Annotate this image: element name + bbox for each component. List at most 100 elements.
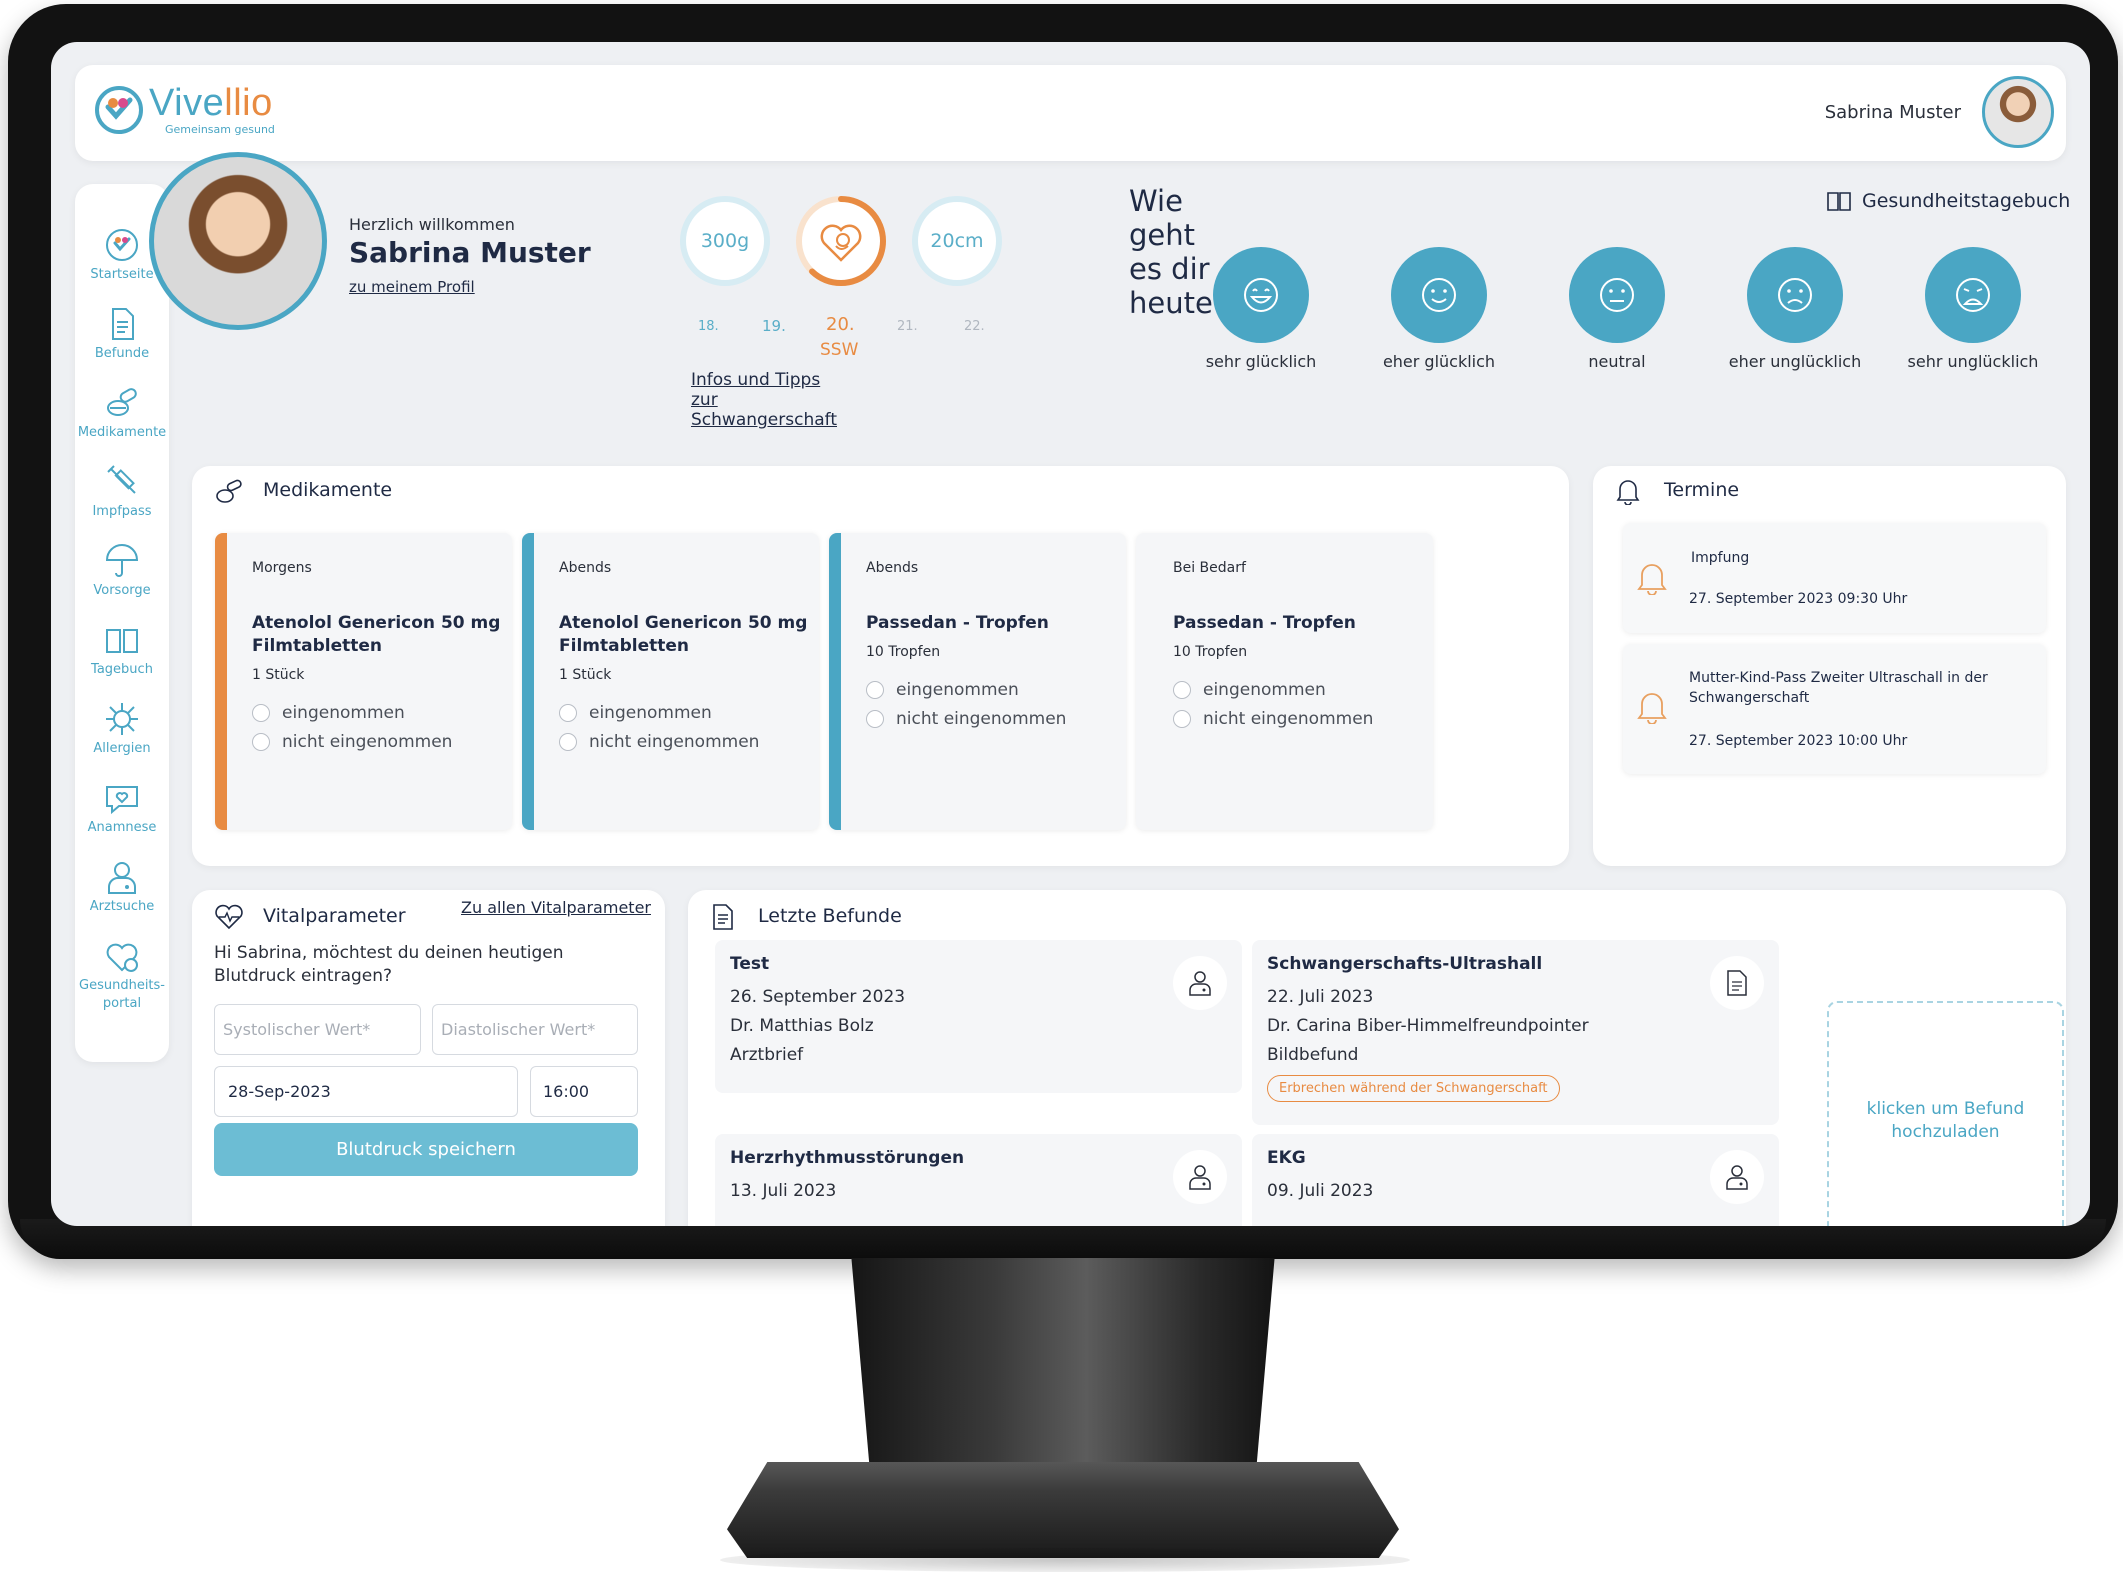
unhappy-face-icon <box>1778 278 1812 312</box>
pregnancy-info-link[interactable]: Infos und Tipps zur Schwangerschaft <box>691 370 837 430</box>
all-vitals-link[interactable]: Zu allen Vitalparameter <box>461 898 651 917</box>
week-22[interactable]: 22. <box>964 319 985 334</box>
medication-dose: 1 Stück <box>559 667 612 683</box>
medication-card[interactable]: Bei Bedarf Passedan - Tropfen 10 Tropfen… <box>1136 533 1433 830</box>
taken-radio[interactable]: eingenommen <box>1173 680 1326 700</box>
taken-radio[interactable]: eingenommen <box>252 703 405 723</box>
radio-circle[interactable] <box>559 704 577 722</box>
doctor-icon <box>1189 971 1211 996</box>
mood-unhappy[interactable]: eher unglücklich <box>1720 247 1870 371</box>
medication-dose: 10 Tropfen <box>1173 644 1248 660</box>
sidebar-item-impfpass[interactable]: Impfpass <box>75 463 169 521</box>
medication-card[interactable]: Abends Atenolol Genericon 50 mg Filmtabl… <box>522 533 819 830</box>
logo-wordmark: Vivellio <box>149 82 273 124</box>
finding-card[interactable]: Test 26. September 2023 Dr. Matthias Bol… <box>715 940 1242 1093</box>
finding-title: Herzrhythmusstörungen <box>730 1148 965 1168</box>
profile-avatar[interactable] <box>149 152 327 330</box>
not-taken-radio[interactable]: nicht eingenommen <box>1173 709 1373 729</box>
radio-circle[interactable] <box>1173 681 1191 699</box>
finding-card[interactable]: Schwangerschafts-Ultrashall 22. Juli 202… <box>1252 940 1779 1125</box>
mood-very-happy-button[interactable] <box>1213 247 1309 343</box>
medication-card[interactable]: Morgens Atenolol Genericon 50 mg Filmtab… <box>215 533 512 830</box>
mood-label: sehr unglücklich <box>1907 352 2039 371</box>
header-user-name[interactable]: Sabrina Muster <box>1825 102 1961 123</box>
finding-document-button[interactable] <box>1710 956 1764 1010</box>
medication-dose: 10 Tropfen <box>866 644 941 660</box>
finding-date: 26. September 2023 <box>730 987 906 1007</box>
monitor-stand-base <box>727 1462 1399 1558</box>
sidebar-item-medikamente[interactable]: Medikamente <box>75 384 169 442</box>
not-taken-radio[interactable]: nicht eingenommen <box>866 709 1066 729</box>
medication-time: Morgens <box>252 560 312 576</box>
sidebar-item-label: Tagebuch <box>91 662 153 677</box>
radio-circle[interactable] <box>252 733 270 751</box>
top-bar: Vivellio Gemeinsam gesund Sabrina Muster <box>75 65 2066 161</box>
appointments-title: Termine <box>1664 479 1740 501</box>
sidebar-item-label: Anamnese <box>87 820 157 835</box>
medication-card[interactable]: Abends Passedan - Tropfen 10 Tropfen ein… <box>829 533 1126 830</box>
radio-circle[interactable] <box>1173 710 1191 728</box>
ssw-progress-arc <box>796 196 886 286</box>
radio-label: nicht eingenommen <box>282 732 453 752</box>
radio-label: nicht eingenommen <box>896 709 1067 729</box>
diastolic-input[interactable]: Diastolischer Wert* <box>432 1004 638 1055</box>
date-input[interactable]: 28-Sep-2023 <box>214 1066 518 1117</box>
taken-radio[interactable]: eingenommen <box>866 680 1019 700</box>
sidebar-item-tagebuch[interactable]: Tagebuch <box>75 621 169 679</box>
findings-title: Letzte Befunde <box>758 905 902 927</box>
systolic-input[interactable]: Systolischer Wert* <box>214 1004 421 1055</box>
app-screen: Vivellio Gemeinsam gesund Sabrina Muster… <box>51 42 2090 1226</box>
radio-circle[interactable] <box>252 704 270 722</box>
mood-very-unhappy-button[interactable] <box>1925 247 2021 343</box>
mood-neutral-button[interactable] <box>1569 247 1665 343</box>
finding-doctor-button[interactable] <box>1710 1150 1764 1204</box>
health-diary-link[interactable]: Gesundheitstagebuch <box>1826 190 2070 212</box>
not-taken-radio[interactable]: nicht eingenommen <box>559 732 759 752</box>
sidebar-item-anamnese[interactable]: Anamnese <box>75 779 169 837</box>
radio-circle[interactable] <box>559 733 577 751</box>
radio-circle[interactable] <box>866 681 884 699</box>
finding-card[interactable]: Herzrhythmusstörungen 13. Juli 2023 <box>715 1134 1242 1226</box>
medication-name: Atenolol Genericon 50 mg Filmtabletten <box>252 613 501 656</box>
finding-doctor-button[interactable] <box>1173 1150 1227 1204</box>
finding-card[interactable]: EKG 09. Juli 2023 <box>1252 1134 1779 1226</box>
mood-happy[interactable]: eher glücklich <box>1364 247 1514 371</box>
very-happy-face-icon <box>1244 278 1278 312</box>
sidebar-item-allergien[interactable]: Allergien <box>75 700 169 758</box>
week-20-current[interactable]: 20. <box>826 314 855 335</box>
radio-circle[interactable] <box>866 710 884 728</box>
upload-finding-dropzone[interactable]: klicken um Befund hochzuladen <box>1827 1001 2064 1226</box>
bell-icon <box>1637 693 1667 724</box>
week-21[interactable]: 21. <box>897 319 918 334</box>
week-19[interactable]: 19. <box>762 317 786 335</box>
ssw-progress-ring[interactable] <box>796 196 886 286</box>
week-18[interactable]: 18. <box>698 319 719 334</box>
vitals-prompt: Hi Sabrina, möchtest du deinen heutigen … <box>214 943 564 986</box>
mood-label: sehr glücklich <box>1205 352 1317 371</box>
save-blood-pressure-button[interactable]: Blutdruck speichern <box>214 1123 638 1176</box>
not-taken-radio[interactable]: nicht eingenommen <box>252 732 452 752</box>
finding-doctor-button[interactable] <box>1173 956 1227 1010</box>
time-input[interactable]: 16:00 <box>530 1066 638 1117</box>
medication-dose: 1 Stück <box>252 667 305 683</box>
mood-unhappy-button[interactable] <box>1747 247 1843 343</box>
appointment-item[interactable]: Impfung 27. September 2023 09:30 Uhr <box>1623 523 2046 633</box>
mood-neutral[interactable]: neutral <box>1542 247 1692 371</box>
appointment-item[interactable]: Mutter-Kind-Pass Zweiter Ultraschall in … <box>1623 644 2046 774</box>
medications-title: Medikamente <box>263 479 393 501</box>
sidebar-item-befunde[interactable]: Befunde <box>75 305 169 363</box>
mood-very-happy[interactable]: sehr glücklich <box>1186 247 1336 371</box>
sidebar-item-vorsorge[interactable]: Vorsorge <box>75 542 169 600</box>
profile-link[interactable]: zu meinem Profil <box>349 278 475 296</box>
finding-tag-badge[interactable]: Erbrechen während der Schwangerschaft <box>1267 1075 1560 1102</box>
sidebar-item-arztsuche[interactable]: Arztsuche <box>75 858 169 916</box>
sidebar-item-label: Gesundheits- <box>79 978 165 993</box>
mood-happy-button[interactable] <box>1391 247 1487 343</box>
mood-very-unhappy[interactable]: sehr unglücklich <box>1898 247 2048 371</box>
monitor-stand-neck <box>851 1258 1275 1470</box>
finding-date: 22. Juli 2023 <box>1267 987 1374 1007</box>
sidebar-item-gesundheitsportal[interactable]: Gesundheits- portal <box>75 937 169 1013</box>
taken-radio[interactable]: eingenommen <box>559 703 712 723</box>
radio-label: eingenommen <box>896 680 1019 700</box>
header-avatar[interactable] <box>1982 76 2054 148</box>
